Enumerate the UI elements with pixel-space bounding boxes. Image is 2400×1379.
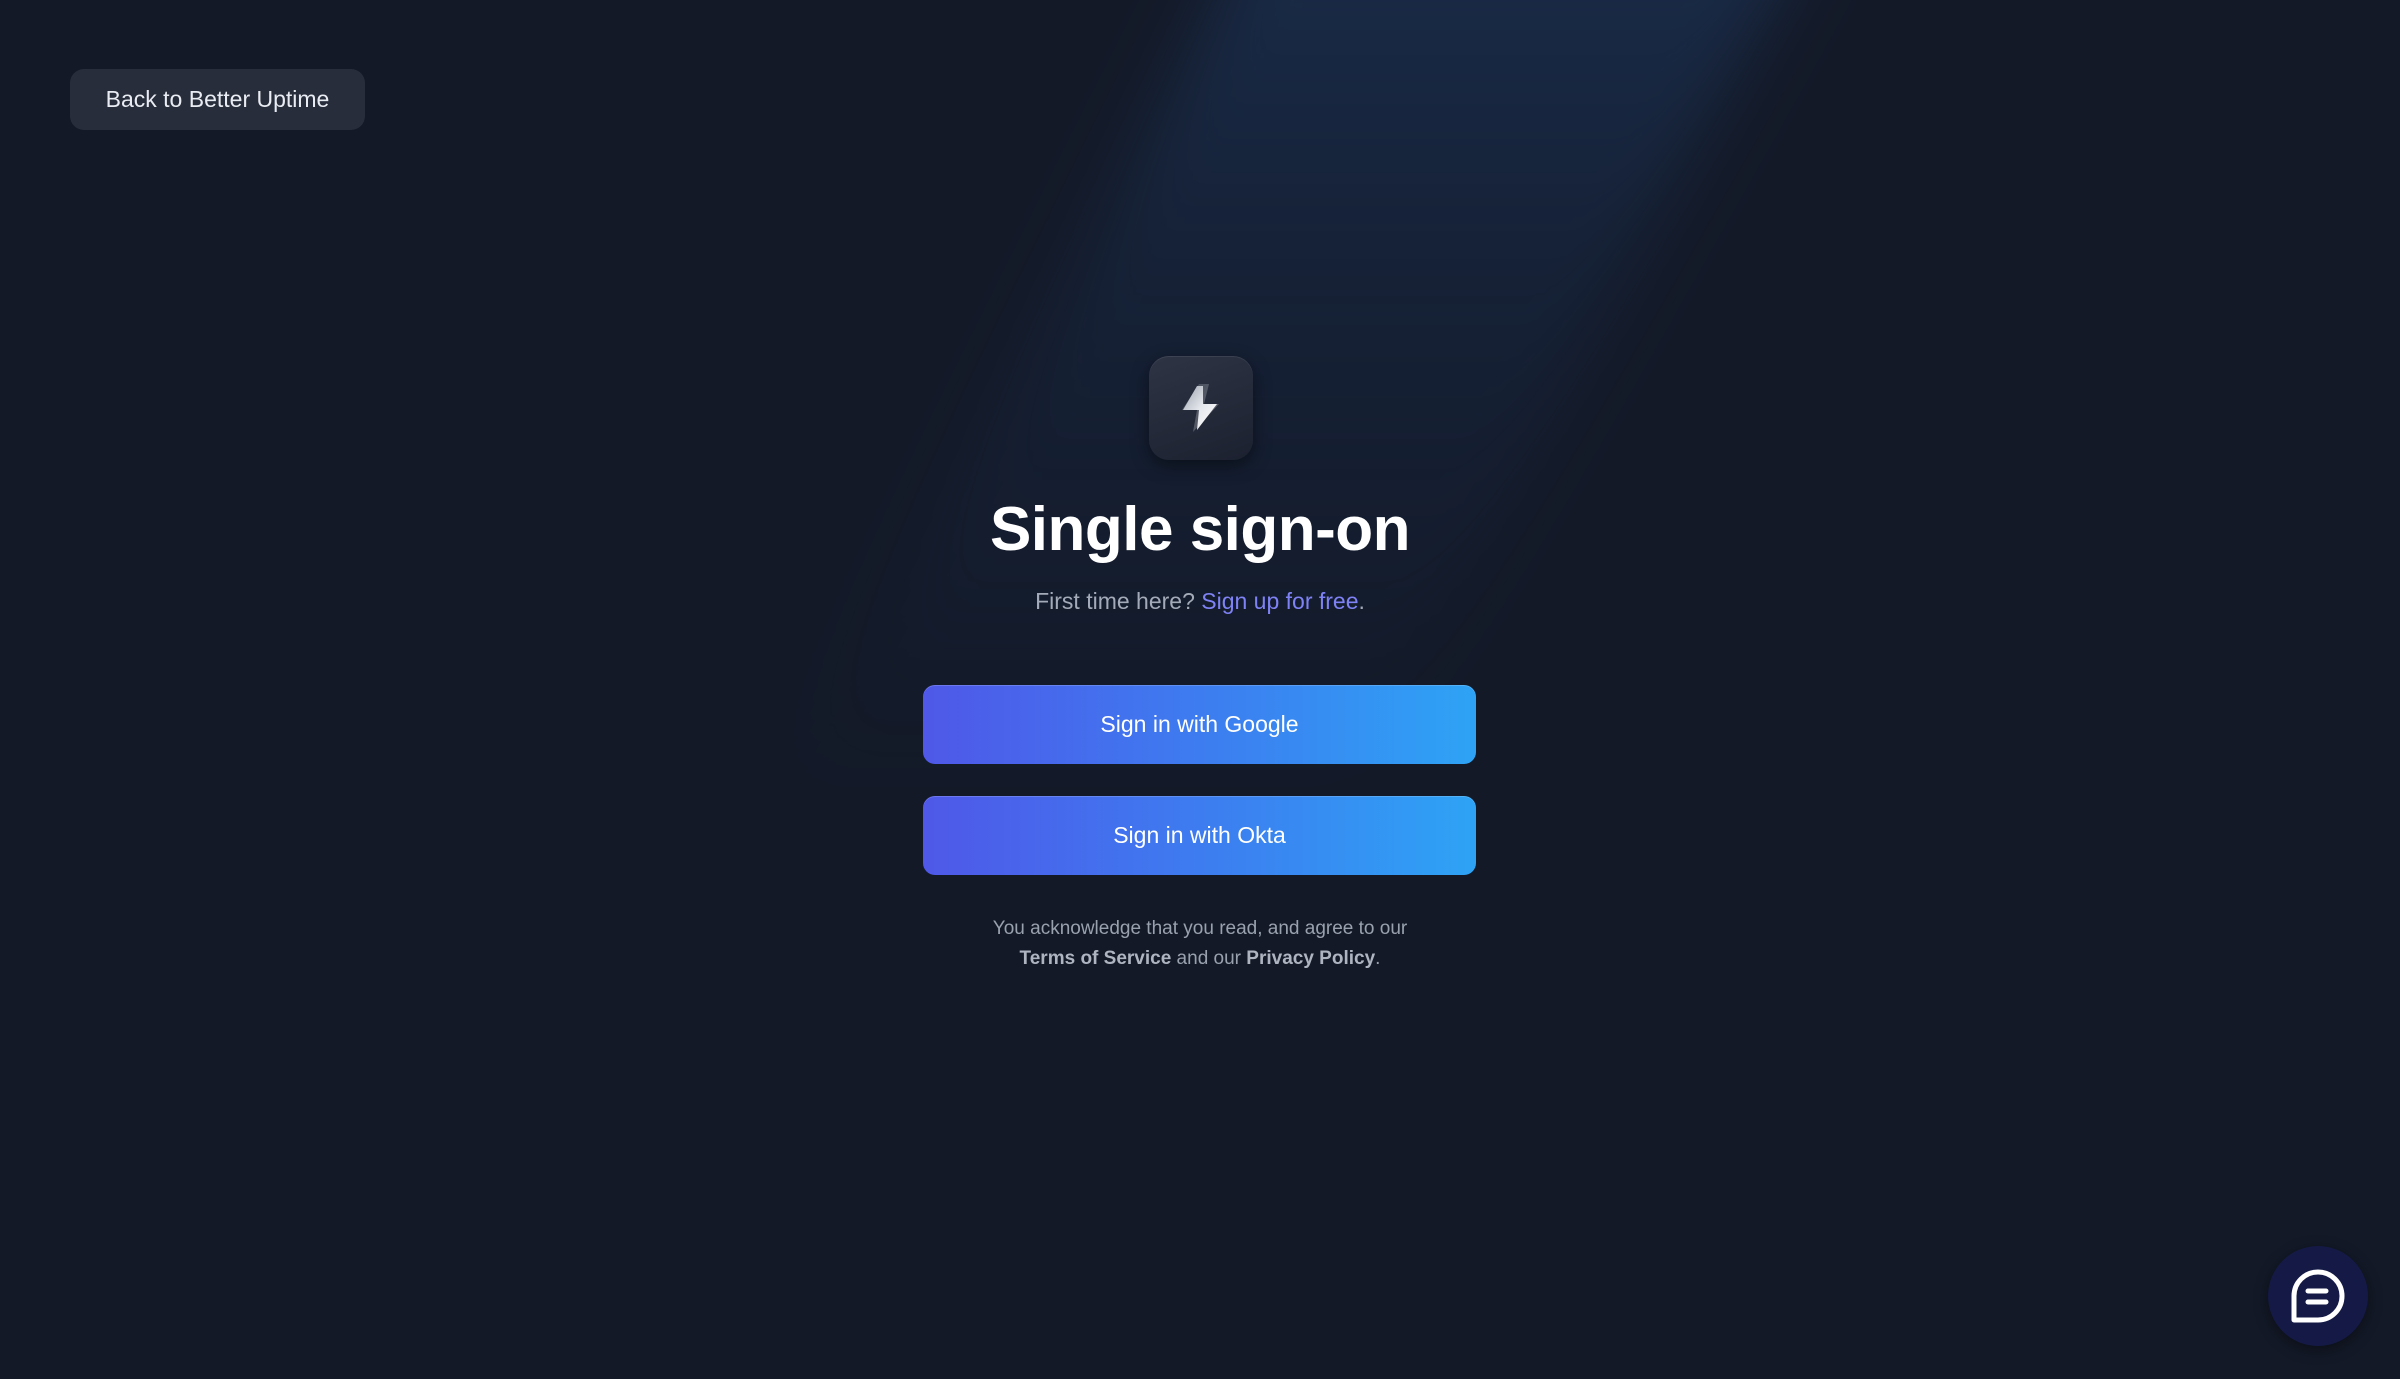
legal-end: .: [1375, 948, 1381, 969]
sign-in-okta-button[interactable]: Sign in with Okta: [923, 796, 1476, 875]
lightning-bolt-icon: [1182, 384, 1219, 432]
sso-page: Back to Better Uptime Single sign-on Fir…: [0, 0, 2400, 1379]
legal-line-1: You acknowledge that you read, and agree…: [992, 918, 1408, 939]
legal-notice: You acknowledge that you read, and agree…: [0, 914, 2400, 974]
sign-in-google-button[interactable]: Sign in with Google: [923, 685, 1476, 764]
back-to-better-uptime-button[interactable]: Back to Better Uptime: [70, 69, 365, 130]
terms-of-service-link[interactable]: Terms of Service: [1020, 948, 1172, 969]
signup-prompt-end: .: [1358, 588, 1365, 614]
privacy-policy-link[interactable]: Privacy Policy: [1246, 948, 1375, 969]
page-title: Single sign-on: [989, 495, 1411, 564]
signup-prompt-text: First time here?: [1035, 588, 1202, 614]
logo: [1149, 356, 1253, 460]
legal-line-2: Terms of Service and our Privacy Policy.: [0, 944, 2400, 974]
legal-and-text: and our: [1171, 948, 1247, 969]
chat-bubble-icon: [2291, 1269, 2345, 1323]
chat-widget-button[interactable]: [2268, 1246, 2368, 1346]
signup-prompt: First time here? Sign up for free.: [0, 588, 2400, 615]
background-light-beam: [800, 0, 1840, 780]
signup-link[interactable]: Sign up for free: [1201, 588, 1358, 614]
